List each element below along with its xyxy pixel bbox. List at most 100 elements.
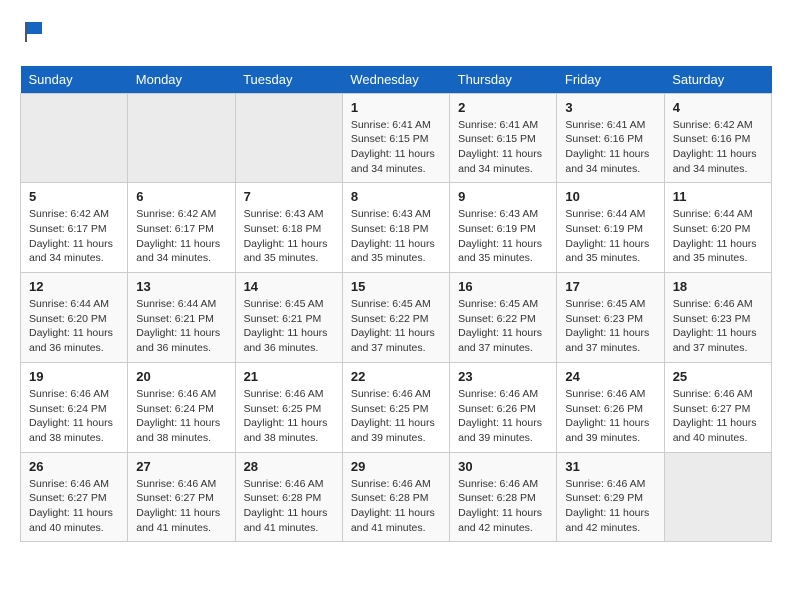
calendar-day-cell: 9Sunrise: 6:43 AM Sunset: 6:19 PM Daylig… [450,183,557,273]
calendar-day-cell: 21Sunrise: 6:46 AM Sunset: 6:25 PM Dayli… [235,362,342,452]
day-number: 10 [565,189,655,204]
page-header [20,20,772,50]
day-number: 30 [458,459,548,474]
day-number: 28 [244,459,334,474]
calendar-day-cell: 13 Sunrise: 6:44 AM Sunset: 6:21 PM Dayli… [128,273,235,363]
day-number: 1 [351,100,441,115]
day-info: Sunrise: 6:44 AM Sunset: 6:20 PM Dayligh… [29,297,119,356]
calendar-day-cell: 24Sunrise: 6:46 AM Sunset: 6:26 PM Dayli… [557,362,664,452]
day-info: Sunrise: 6:44 AM Sunset: 6:20 PM Dayligh… [673,207,763,266]
calendar-day-cell: 11 Sunrise: 6:44 AM Sunset: 6:20 PM Dayli… [664,183,771,273]
calendar-day-cell: 25 Sunrise: 6:46 AM Sunset: 6:27 PM Dayli… [664,362,771,452]
calendar-day-cell: 18 Sunrise: 6:46 AM Sunset: 6:23 PM Dayli… [664,273,771,363]
calendar-day-cell: 2Sunrise: 6:41 AM Sunset: 6:15 PM Daylig… [450,93,557,183]
day-info: Sunrise: 6:46 AM Sunset: 6:27 PM Dayligh… [29,477,119,536]
day-number: 29 [351,459,441,474]
calendar-day-cell: 17 Sunrise: 6:45 AM Sunset: 6:23 PM Dayli… [557,273,664,363]
calendar-day-cell [664,452,771,542]
day-number: 12 [29,279,119,294]
day-info: Sunrise: 6:45 AM Sunset: 6:22 PM Dayligh… [351,297,441,356]
header-saturday: Saturday [664,66,771,94]
day-number: 11 [673,189,763,204]
calendar-day-cell: 6 Sunrise: 6:42 AM Sunset: 6:17 PM Daylig… [128,183,235,273]
calendar-week-row: 12 Sunrise: 6:44 AM Sunset: 6:20 PM Dayli… [21,273,772,363]
calendar-day-cell [128,93,235,183]
day-info: Sunrise: 6:46 AM Sunset: 6:27 PM Dayligh… [673,387,763,446]
calendar-table: Sunday Monday Tuesday Wednesday Thursday… [20,66,772,543]
day-info: Sunrise: 6:46 AM Sunset: 6:26 PM Dayligh… [458,387,548,446]
calendar-day-cell: 3Sunrise: 6:41 AM Sunset: 6:16 PM Daylig… [557,93,664,183]
calendar-day-cell: 5 Sunrise: 6:42 AM Sunset: 6:17 PM Daylig… [21,183,128,273]
day-number: 2 [458,100,548,115]
calendar-day-cell: 29 Sunrise: 6:46 AM Sunset: 6:28 PM Dayli… [342,452,449,542]
day-number: 26 [29,459,119,474]
calendar-day-cell: 30 Sunrise: 6:46 AM Sunset: 6:28 PM Dayli… [450,452,557,542]
day-number: 27 [136,459,226,474]
calendar-week-row: 5 Sunrise: 6:42 AM Sunset: 6:17 PM Daylig… [21,183,772,273]
day-info: Sunrise: 6:46 AM Sunset: 6:26 PM Dayligh… [565,387,655,446]
day-info: Sunrise: 6:41 AM Sunset: 6:15 PM Dayligh… [351,118,441,177]
calendar-day-cell: 15Sunrise: 6:45 AM Sunset: 6:22 PM Dayli… [342,273,449,363]
day-number: 4 [673,100,763,115]
day-info: Sunrise: 6:46 AM Sunset: 6:27 PM Dayligh… [136,477,226,536]
logo [20,20,46,50]
day-info: Sunrise: 6:43 AM Sunset: 6:18 PM Dayligh… [244,207,334,266]
calendar-day-cell: 8Sunrise: 6:43 AM Sunset: 6:18 PM Daylig… [342,183,449,273]
day-info: Sunrise: 6:45 AM Sunset: 6:22 PM Dayligh… [458,297,548,356]
day-number: 18 [673,279,763,294]
header-tuesday: Tuesday [235,66,342,94]
day-info: Sunrise: 6:46 AM Sunset: 6:29 PM Dayligh… [565,477,655,536]
day-info: Sunrise: 6:44 AM Sunset: 6:19 PM Dayligh… [565,207,655,266]
day-number: 5 [29,189,119,204]
day-info: Sunrise: 6:45 AM Sunset: 6:21 PM Dayligh… [244,297,334,356]
day-info: Sunrise: 6:46 AM Sunset: 6:28 PM Dayligh… [351,477,441,536]
calendar-day-cell: 7 Sunrise: 6:43 AM Sunset: 6:18 PM Daylig… [235,183,342,273]
calendar-week-row: 19 Sunrise: 6:46 AM Sunset: 6:24 PM Dayli… [21,362,772,452]
day-number: 17 [565,279,655,294]
day-info: Sunrise: 6:46 AM Sunset: 6:25 PM Dayligh… [244,387,334,446]
day-info: Sunrise: 6:46 AM Sunset: 6:24 PM Dayligh… [136,387,226,446]
header-sunday: Sunday [21,66,128,94]
day-info: Sunrise: 6:42 AM Sunset: 6:17 PM Dayligh… [136,207,226,266]
calendar-day-cell [235,93,342,183]
calendar-day-cell: 14 Sunrise: 6:45 AM Sunset: 6:21 PM Dayli… [235,273,342,363]
calendar-day-cell: 31 Sunrise: 6:46 AM Sunset: 6:29 PM Dayli… [557,452,664,542]
calendar-day-cell: 27 Sunrise: 6:46 AM Sunset: 6:27 PM Dayli… [128,452,235,542]
day-info: Sunrise: 6:44 AM Sunset: 6:21 PM Dayligh… [136,297,226,356]
day-info: Sunrise: 6:46 AM Sunset: 6:28 PM Dayligh… [458,477,548,536]
day-number: 16 [458,279,548,294]
calendar-day-cell: 16 Sunrise: 6:45 AM Sunset: 6:22 PM Dayli… [450,273,557,363]
calendar-day-cell: 4 Sunrise: 6:42 AM Sunset: 6:16 PM Daylig… [664,93,771,183]
day-number: 31 [565,459,655,474]
day-info: Sunrise: 6:46 AM Sunset: 6:24 PM Dayligh… [29,387,119,446]
calendar-day-cell: 20 Sunrise: 6:46 AM Sunset: 6:24 PM Dayli… [128,362,235,452]
calendar-day-cell: 22 Sunrise: 6:46 AM Sunset: 6:25 PM Dayli… [342,362,449,452]
day-number: 13 [136,279,226,294]
day-info: Sunrise: 6:42 AM Sunset: 6:16 PM Dayligh… [673,118,763,177]
day-number: 20 [136,369,226,384]
day-info: Sunrise: 6:46 AM Sunset: 6:25 PM Dayligh… [351,387,441,446]
day-number: 14 [244,279,334,294]
calendar-day-cell: 28Sunrise: 6:46 AM Sunset: 6:28 PM Dayli… [235,452,342,542]
day-info: Sunrise: 6:42 AM Sunset: 6:17 PM Dayligh… [29,207,119,266]
day-number: 19 [29,369,119,384]
calendar-day-cell: 26 Sunrise: 6:46 AM Sunset: 6:27 PM Dayli… [21,452,128,542]
day-info: Sunrise: 6:45 AM Sunset: 6:23 PM Dayligh… [565,297,655,356]
calendar-day-cell: 23 Sunrise: 6:46 AM Sunset: 6:26 PM Dayli… [450,362,557,452]
calendar-day-cell: 12 Sunrise: 6:44 AM Sunset: 6:20 PM Dayli… [21,273,128,363]
header-friday: Friday [557,66,664,94]
day-number: 8 [351,189,441,204]
days-header-row: Sunday Monday Tuesday Wednesday Thursday… [21,66,772,94]
day-number: 6 [136,189,226,204]
day-number: 7 [244,189,334,204]
day-info: Sunrise: 6:43 AM Sunset: 6:19 PM Dayligh… [458,207,548,266]
calendar-week-row: 26 Sunrise: 6:46 AM Sunset: 6:27 PM Dayli… [21,452,772,542]
header-monday: Monday [128,66,235,94]
day-info: Sunrise: 6:46 AM Sunset: 6:23 PM Dayligh… [673,297,763,356]
calendar-day-cell: 1 Sunrise: 6:41 AM Sunset: 6:15 PM Daylig… [342,93,449,183]
calendar-week-row: 1 Sunrise: 6:41 AM Sunset: 6:15 PM Daylig… [21,93,772,183]
day-number: 23 [458,369,548,384]
day-number: 22 [351,369,441,384]
day-number: 3 [565,100,655,115]
day-number: 25 [673,369,763,384]
